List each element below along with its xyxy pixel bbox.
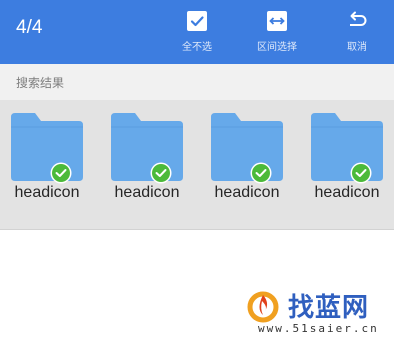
checkbox-checked-icon <box>187 11 207 31</box>
search-results-header: 搜索结果 <box>0 64 394 100</box>
cancel-label: 取消 <box>347 42 367 53</box>
folder-name: headicon <box>114 184 180 201</box>
checkmark-icon <box>350 162 372 184</box>
folder-name: headicon <box>314 184 380 201</box>
checkmark-icon <box>50 162 72 184</box>
cancel-button[interactable]: 取消 <box>322 8 392 56</box>
deselect-all-label: 全不选 <box>182 42 212 53</box>
range-select-button[interactable]: 区间选择 <box>242 8 312 56</box>
checkmark-icon <box>150 162 172 184</box>
folder-name: headicon <box>214 184 280 201</box>
undo-arrow-icon <box>350 11 367 26</box>
folder-icon <box>111 113 183 181</box>
folder-item[interactable]: headicon <box>200 113 294 223</box>
folder-icon <box>11 113 83 181</box>
folder-name: headicon <box>14 184 80 201</box>
folder-item[interactable]: headicon <box>0 113 94 223</box>
watermark-title: 找蓝网 <box>288 293 370 323</box>
range-select-label: 区间选择 <box>257 42 297 53</box>
folder-item[interactable]: headicon <box>300 113 394 223</box>
watermark-url: www.51saier.cn <box>258 322 379 335</box>
folder-icon <box>211 113 283 181</box>
checkmark-icon <box>250 162 272 184</box>
range-select-icon <box>267 11 287 31</box>
deselect-all-button[interactable]: 全不选 <box>162 8 232 56</box>
selection-count: 4/4 <box>16 17 43 38</box>
file-grid: headicon headicon headicon headicon <box>0 100 394 230</box>
site-watermark: 找蓝网 www.51saier.cn <box>246 285 392 339</box>
folder-item[interactable]: headicon <box>100 113 194 223</box>
selection-toolbar: 4/4 全不选 区间选择 取消 <box>0 0 394 64</box>
flame-logo-icon <box>247 291 279 323</box>
folder-icon <box>311 113 383 181</box>
